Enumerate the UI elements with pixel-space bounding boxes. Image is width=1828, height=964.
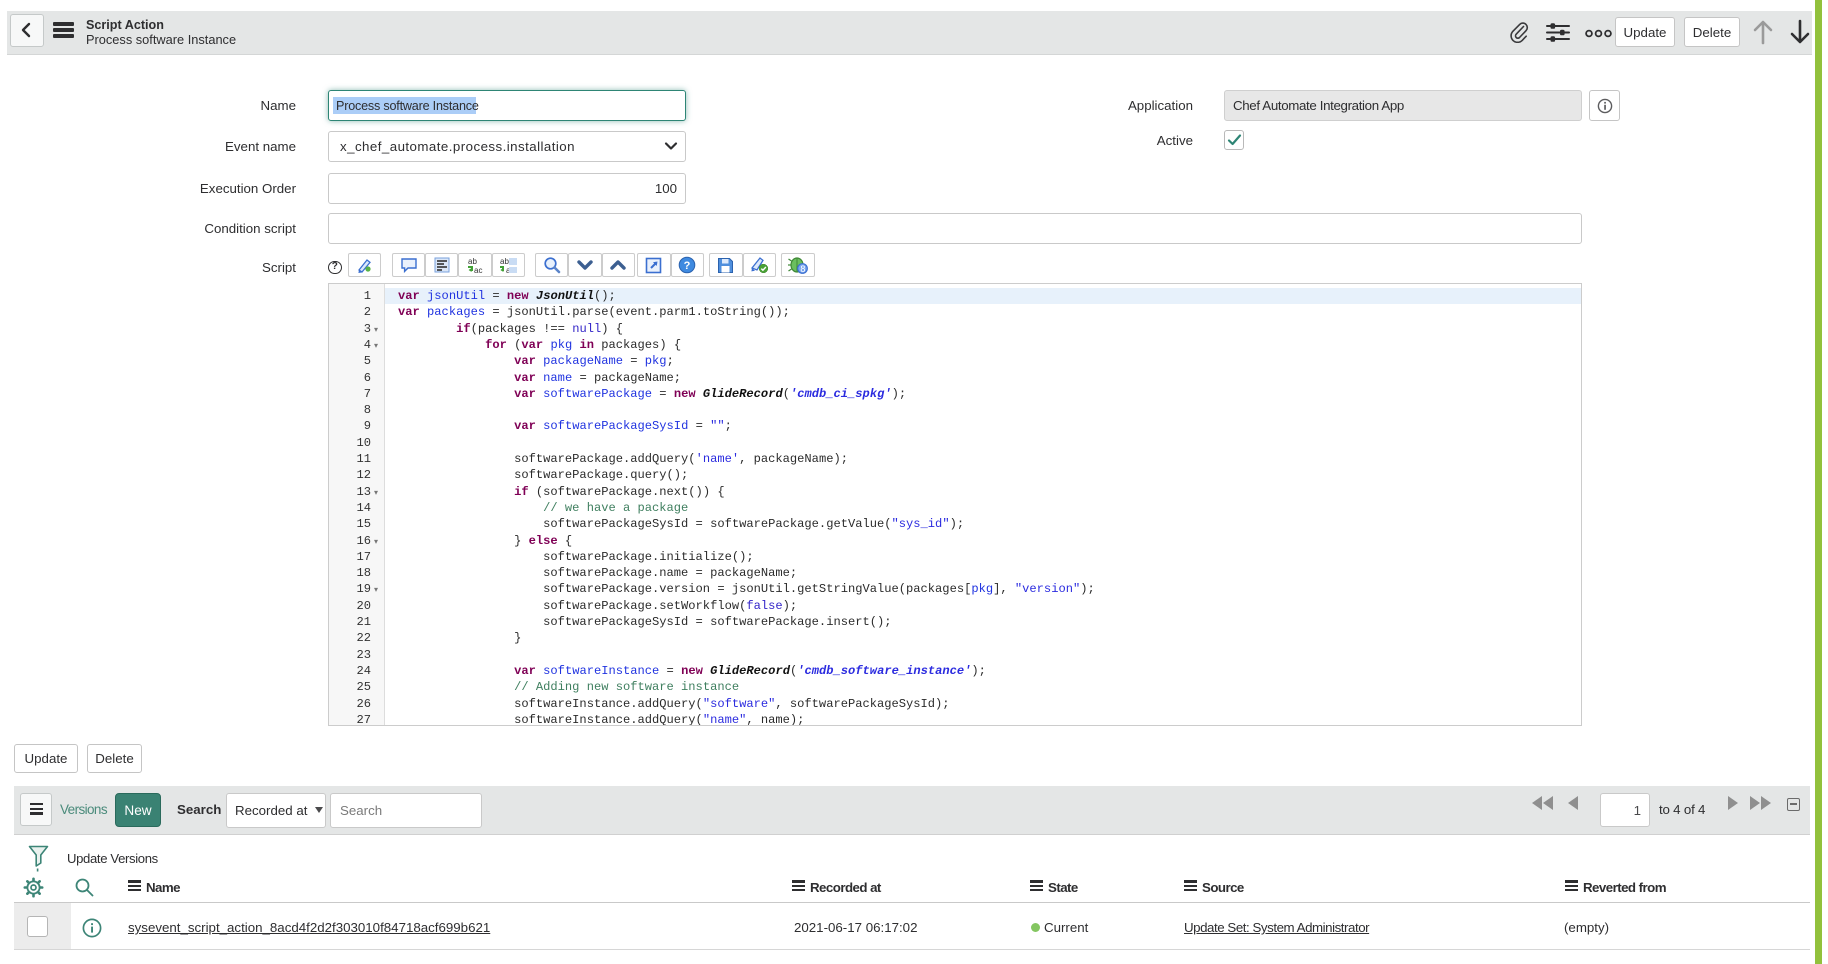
svg-text:?: ? <box>684 260 691 272</box>
svg-text:ac: ac <box>474 266 482 274</box>
svg-text:ab: ab <box>500 257 509 266</box>
svg-text:8: 8 <box>800 264 805 274</box>
svg-text:ab: ab <box>468 257 477 266</box>
